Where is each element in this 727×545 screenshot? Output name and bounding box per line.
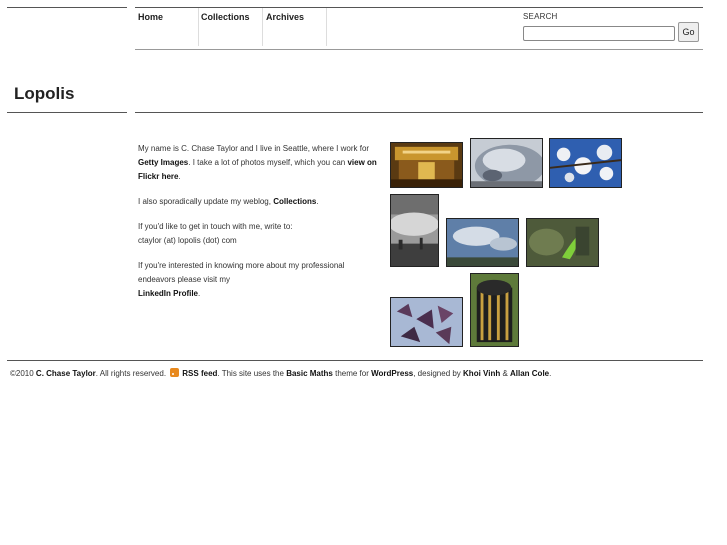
photo-thumbnail-iron-gate[interactable] [470, 273, 519, 347]
footer-text: & [500, 369, 510, 378]
photo-image [391, 143, 462, 187]
basic-maths-theme-link[interactable]: Basic Maths [286, 369, 333, 378]
photo-image [550, 139, 621, 187]
bio-text: . [198, 289, 201, 298]
title-rule-left [7, 112, 127, 113]
footer-text: ©2010 [10, 369, 36, 378]
nav-divider [198, 8, 199, 46]
photo-thumbnail-library-interior[interactable] [390, 142, 463, 188]
bio-text: My name is C. Chase Taylor and I live in… [138, 144, 370, 153]
bio-text: If you'd like to get in touch with me, w… [138, 222, 293, 231]
linkedin-link[interactable]: LinkedIn Profile [138, 289, 198, 298]
collections-link[interactable]: Collections [273, 197, 316, 206]
nav-collections-link[interactable]: Collections [201, 12, 250, 22]
bio-text: . [316, 197, 319, 206]
footer: ©2010 C. Chase Taylor. All rights reserv… [10, 368, 551, 378]
page: Home Collections Archives SEARCH Go Lopo… [0, 0, 727, 545]
photo-thumbnail-dark-leaves[interactable] [390, 297, 463, 347]
photo-thumbnail-bean-sculpture[interactable] [470, 138, 543, 188]
title-rule-right [135, 112, 703, 113]
nav-divider [262, 8, 263, 46]
header-rule-left [7, 7, 127, 8]
nav-divider [326, 8, 327, 46]
footer-text: . All rights reserved. [95, 369, 169, 378]
photo-thumbnail-sky-landscape[interactable] [446, 218, 519, 267]
footer-text: . [549, 369, 552, 378]
photo-thumbnail-green-foliage[interactable] [526, 218, 599, 267]
photo-image [391, 298, 462, 346]
rss-icon[interactable] [170, 368, 180, 377]
khoi-vinh-link[interactable]: Khoi Vinh [463, 369, 500, 378]
search-go-button[interactable]: Go [678, 22, 699, 42]
site-title: Lopolis [14, 84, 75, 103]
footer-text: theme for [332, 369, 372, 378]
bio-paragraph: If you'd like to get in touch with me, w… [138, 220, 383, 248]
bio-text: . [178, 172, 181, 181]
bio-paragraph: My name is C. Chase Taylor and I live in… [138, 142, 383, 184]
bio-text: If you're interested in knowing more abo… [138, 261, 345, 284]
footer-text: , designed by [413, 369, 464, 378]
nav-archives-link[interactable]: Archives [266, 12, 304, 22]
bio-text: I also sporadically update my weblog, [138, 197, 274, 206]
photo-thumbnail-cherry-blossoms[interactable] [549, 138, 622, 188]
nav-bottom-rule [135, 49, 703, 50]
author-link[interactable]: C. Chase Taylor [36, 369, 96, 378]
photo-image [527, 219, 598, 266]
footer-text: . This site uses the [217, 369, 287, 378]
photo-thumbnail-bw-clouds[interactable] [390, 194, 439, 267]
nav-home-link[interactable]: Home [138, 12, 163, 22]
photo-image [471, 274, 518, 346]
bio-paragraph: I also sporadically update my weblog, Co… [138, 195, 383, 209]
photo-image [447, 219, 518, 266]
search-label: SEARCH [523, 12, 558, 21]
wordpress-link[interactable]: WordPress [371, 369, 413, 378]
footer-rule [7, 360, 703, 361]
getty-images-link[interactable]: Getty Images [138, 158, 188, 167]
bio-paragraph: If you're interested in knowing more abo… [138, 259, 383, 301]
rss-feed-link[interactable]: RSS feed [182, 369, 217, 378]
photo-image [391, 195, 438, 266]
bio-section: My name is C. Chase Taylor and I live in… [138, 142, 383, 312]
photo-image [471, 139, 542, 187]
search-input[interactable] [523, 26, 675, 41]
header-rule-right [135, 7, 703, 8]
allan-cole-link[interactable]: Allan Cole [510, 369, 549, 378]
bio-text: . I take a lot of photos myself, which y… [188, 158, 348, 167]
contact-email: ctaylor (at) lopolis (dot) com [138, 236, 237, 245]
